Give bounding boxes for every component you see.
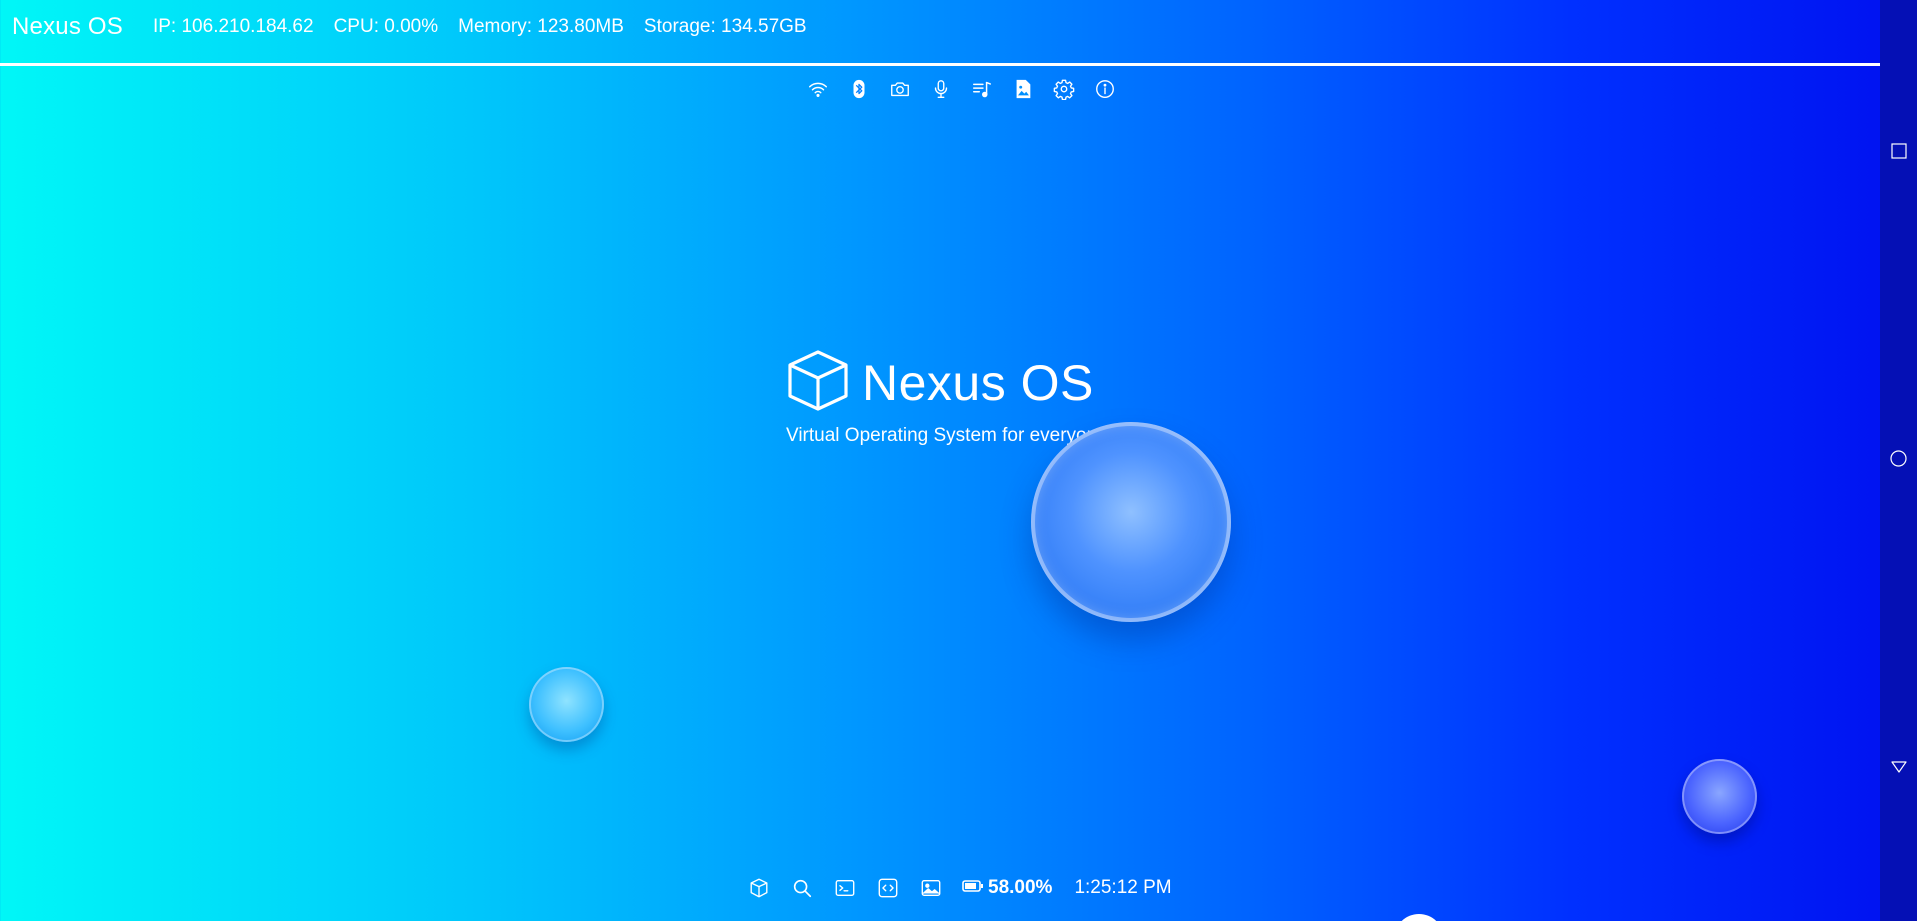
brand-title: Nexus OS bbox=[12, 12, 123, 40]
search-icon[interactable] bbox=[790, 876, 814, 900]
bubble-right bbox=[1682, 759, 1757, 834]
info-icon[interactable] bbox=[1094, 78, 1116, 100]
microphone-icon[interactable] bbox=[930, 78, 952, 100]
wifi-icon[interactable] bbox=[807, 78, 829, 100]
top-status-bar: Nexus OS IP: 106.210.184.62 CPU: 0.00% M… bbox=[0, 0, 1880, 66]
taskbar: 58.00% 1:25:12 PM bbox=[747, 876, 1172, 900]
triangle-down-icon[interactable] bbox=[1890, 758, 1907, 775]
clock: 1:25:12 PM bbox=[1074, 877, 1172, 898]
ip-address: IP: 106.210.184.62 bbox=[152, 15, 314, 37]
gear-icon[interactable] bbox=[1053, 78, 1075, 100]
bubble-edge bbox=[1394, 914, 1444, 921]
memory-usage: Memory: 123.80MB bbox=[458, 15, 624, 37]
cpu-usage: CPU: 0.00% bbox=[333, 15, 439, 37]
bubble-large bbox=[1031, 422, 1231, 622]
navigation-rail bbox=[1880, 0, 1917, 921]
battery-indicator: 58.00% bbox=[962, 877, 1052, 899]
cube-icon[interactable] bbox=[747, 876, 771, 900]
bluetooth-icon[interactable] bbox=[848, 78, 870, 100]
circle-icon[interactable] bbox=[1890, 450, 1907, 467]
bubble-small bbox=[529, 667, 604, 742]
image-icon[interactable] bbox=[919, 876, 943, 900]
camera-icon[interactable] bbox=[889, 78, 911, 100]
storage-usage: Storage: 134.57GB bbox=[643, 15, 807, 37]
terminal-icon[interactable] bbox=[833, 876, 857, 900]
image-file-icon[interactable] bbox=[1012, 78, 1034, 100]
code-icon[interactable] bbox=[876, 876, 900, 900]
quick-settings-bar bbox=[807, 78, 1116, 100]
hero-title: Nexus OS bbox=[862, 354, 1094, 411]
battery-icon bbox=[962, 879, 984, 898]
battery-percentage: 58.00% bbox=[988, 877, 1053, 898]
cube-logo-icon bbox=[786, 348, 850, 417]
music-playlist-icon[interactable] bbox=[971, 78, 993, 100]
hero-subtitle: Virtual Operating System for everyone bbox=[786, 425, 1108, 446]
hero-logo: Nexus OS Virtual Operating System for ev… bbox=[786, 348, 1108, 447]
square-icon[interactable] bbox=[1890, 142, 1907, 159]
